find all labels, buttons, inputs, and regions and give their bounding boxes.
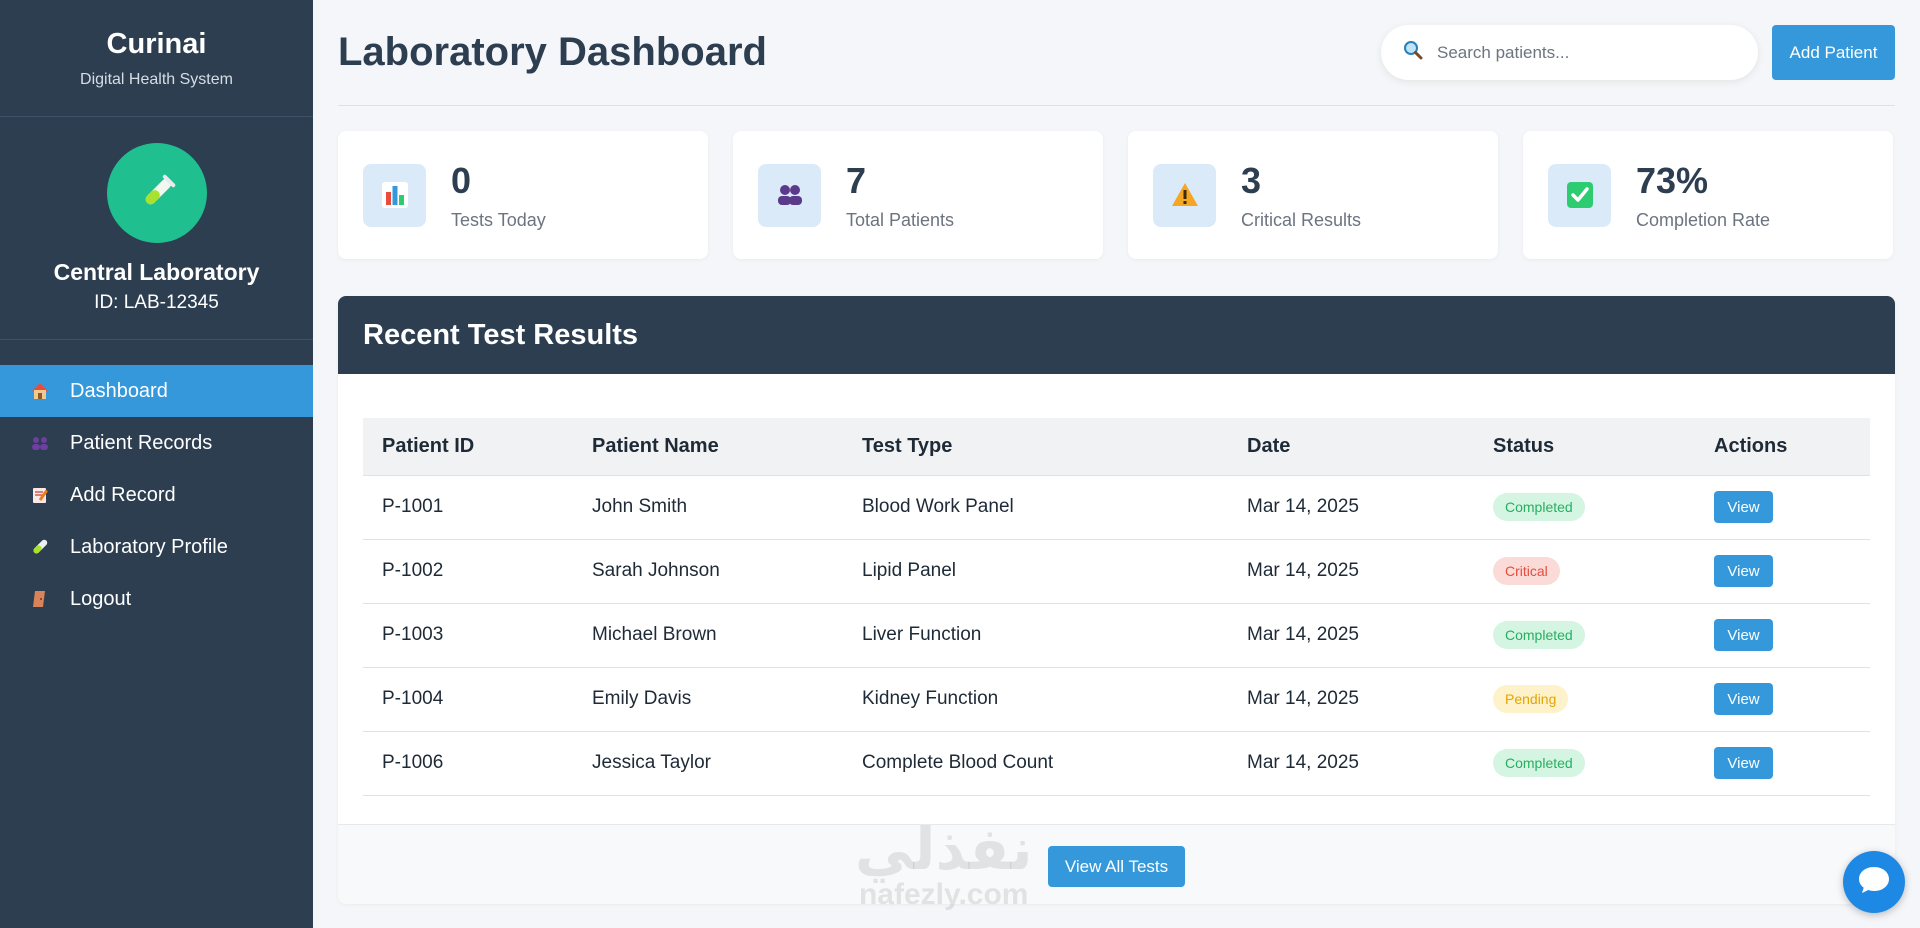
test-date: Mar 14, 2025: [1228, 731, 1474, 796]
test-tube-icon: [106, 143, 207, 243]
chat-bubble-icon: [1856, 862, 1892, 903]
table-header-row: Patient ID Patient Name Test Type Date S…: [363, 418, 1870, 476]
stat-label: Total Patients: [846, 209, 955, 230]
lab-name: Central Laboratory: [53, 259, 260, 285]
test-date: Mar 14, 2025: [1228, 603, 1474, 668]
status-badge: Critical: [1493, 557, 1560, 585]
add-patient-button[interactable]: Add Patient: [1772, 25, 1895, 80]
sidebar-item-dashboard[interactable]: Dashboard: [0, 365, 313, 417]
patient-name: Emily Davis: [573, 667, 843, 732]
brand-name: Curinai: [106, 28, 207, 60]
table-row: P-1006 Jessica Taylor Complete Blood Cou…: [363, 731, 1870, 796]
memo-icon: [28, 483, 52, 507]
search-input[interactable]: [1437, 42, 1737, 63]
test-type: Liver Function: [843, 603, 1228, 668]
view-button[interactable]: View: [1714, 683, 1773, 715]
status-badge: Completed: [1493, 621, 1585, 649]
test-type: Complete Blood Count: [843, 731, 1228, 796]
view-button[interactable]: View: [1714, 747, 1773, 779]
brand: Curinai Digital Health System: [0, 0, 313, 117]
patient-id: P-1003: [363, 603, 573, 668]
view-button[interactable]: View: [1714, 491, 1773, 523]
patient-id: P-1004: [363, 667, 573, 732]
test-type: Kidney Function: [843, 667, 1228, 732]
chat-button[interactable]: [1843, 851, 1905, 913]
sidebar: Curinai Digital Health System Central La…: [0, 0, 313, 928]
column-header: Patient ID: [363, 418, 573, 476]
stat-label: Critical Results: [1241, 209, 1362, 230]
sidebar-nav: Dashboard Patient Records Add Record Lab…: [0, 365, 313, 625]
sidebar-item-label: Dashboard: [70, 379, 168, 402]
column-header: Test Type: [843, 418, 1228, 476]
sidebar-item-add-record[interactable]: Add Record: [0, 469, 313, 521]
status-badge: Completed: [1493, 749, 1585, 777]
sidebar-item-patient-records[interactable]: Patient Records: [0, 417, 313, 469]
test-date: Mar 14, 2025: [1228, 667, 1474, 732]
stats-row: 0 Tests Today 7 Total Patients 3 Critica…: [338, 131, 1895, 259]
patient-id: P-1001: [363, 475, 573, 540]
stat-label: Completion Rate: [1636, 209, 1771, 230]
test-date: Mar 14, 2025: [1228, 539, 1474, 604]
users-icon: [758, 163, 821, 227]
patient-id: P-1006: [363, 731, 573, 796]
column-header: Actions: [1695, 418, 1870, 476]
table-row: P-1001 John Smith Blood Work Panel Mar 1…: [363, 475, 1870, 540]
stat-value: 3: [1241, 159, 1262, 201]
page-title: Laboratory Dashboard: [338, 30, 767, 74]
view-button[interactable]: View: [1714, 619, 1773, 651]
column-header: Status: [1474, 418, 1695, 476]
lab-id: ID: LAB-12345: [94, 292, 219, 313]
patient-name: Jessica Taylor: [573, 731, 843, 796]
recent-results-panel: Recent Test Results Patient ID Patient N…: [338, 296, 1895, 904]
patient-name: Sarah Johnson: [573, 539, 843, 604]
test-tube-icon: [28, 535, 52, 559]
column-header: Patient Name: [573, 418, 843, 476]
sidebar-item-label: Logout: [70, 587, 132, 610]
view-all-tests-button[interactable]: View All Tests: [1048, 846, 1185, 887]
test-type: Lipid Panel: [843, 539, 1228, 604]
status-badge: Completed: [1493, 493, 1585, 521]
table-row: P-1002 Sarah Johnson Lipid Panel Mar 14,…: [363, 539, 1870, 604]
door-icon: [28, 587, 52, 611]
page-header: Laboratory Dashboard Add Patient: [338, 0, 1895, 106]
house-icon: [28, 379, 52, 403]
patient-name: John Smith: [573, 475, 843, 540]
stat-value: 0: [451, 159, 472, 201]
stat-label: Tests Today: [451, 209, 546, 230]
sidebar-item-logout[interactable]: Logout: [0, 573, 313, 625]
sidebar-item-laboratory-profile[interactable]: Laboratory Profile: [0, 521, 313, 573]
main-content: Laboratory Dashboard Add Patient 0 Tests…: [313, 0, 1920, 928]
stat-card-critical-results: 3 Critical Results: [1128, 131, 1498, 259]
bar-chart-icon: [363, 163, 426, 227]
sidebar-item-label: Patient Records: [70, 431, 213, 454]
column-header: Date: [1228, 418, 1474, 476]
table-row: P-1003 Michael Brown Liver Function Mar …: [363, 603, 1870, 668]
search-bar[interactable]: [1381, 25, 1758, 80]
panel-title: Recent Test Results: [338, 296, 1895, 374]
brand-subtitle: Digital Health System: [80, 71, 233, 88]
test-type: Blood Work Panel: [843, 475, 1228, 540]
patient-id: P-1002: [363, 539, 573, 604]
view-button[interactable]: View: [1714, 555, 1773, 587]
search-icon: [1403, 40, 1423, 65]
check-box-icon: [1548, 163, 1611, 227]
users-icon: [28, 431, 52, 455]
stat-card-tests-today: 0 Tests Today: [338, 131, 708, 259]
stat-value: 7: [846, 159, 867, 201]
test-date: Mar 14, 2025: [1228, 475, 1474, 540]
warning-icon: [1153, 163, 1216, 227]
panel-footer: View All Tests: [338, 824, 1895, 904]
status-badge: Pending: [1493, 685, 1569, 713]
results-table: Patient ID Patient Name Test Type Date S…: [363, 418, 1870, 796]
table-row: P-1004 Emily Davis Kidney Function Mar 1…: [363, 667, 1870, 732]
patient-name: Michael Brown: [573, 603, 843, 668]
sidebar-item-label: Laboratory Profile: [70, 535, 228, 558]
stat-card-total-patients: 7 Total Patients: [733, 131, 1103, 259]
stat-value: 73%: [1636, 159, 1709, 201]
lab-profile-card: Central Laboratory ID: LAB-12345: [0, 117, 313, 340]
sidebar-item-label: Add Record: [70, 483, 176, 506]
stat-card-completion-rate: 73% Completion Rate: [1523, 131, 1893, 259]
